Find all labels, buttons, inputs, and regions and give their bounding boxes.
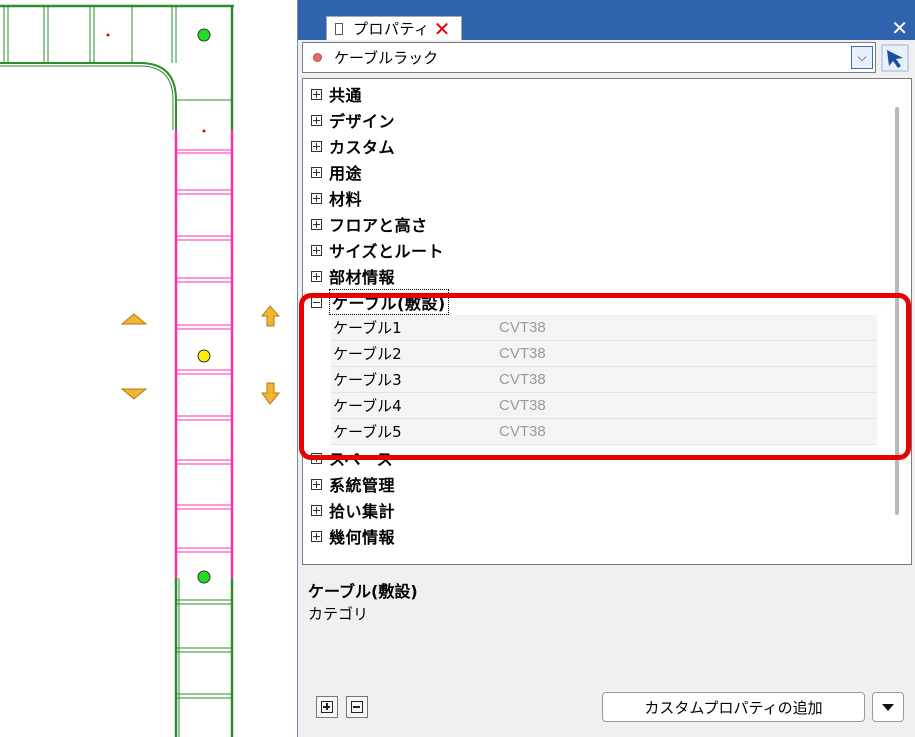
category-label: カスタム (329, 138, 396, 157)
expand-toggle-icon[interactable] (311, 452, 322, 464)
category-row[interactable]: 幾何情報 (303, 523, 881, 549)
arrow-up-icon (260, 305, 281, 327)
category-label: 拾い集計 (329, 502, 396, 521)
expand-toggle-icon[interactable] (311, 166, 322, 178)
panel-icon (335, 22, 343, 35)
property-row[interactable]: ケーブル4 CVT38 (331, 393, 877, 419)
category-row[interactable]: フロアと高さ (303, 211, 881, 237)
cad-canvas[interactable] (0, 0, 300, 737)
collapse-toggle-icon[interactable] (311, 296, 322, 308)
cable-rack-drawing (0, 4, 281, 737)
category-label: 材料 (329, 190, 363, 209)
cursor-pick-icon (881, 44, 909, 72)
element-dot-icon (313, 53, 322, 62)
property-value[interactable]: CVT38 (499, 319, 546, 336)
expand-toggle-icon[interactable] (311, 478, 322, 490)
arrow-down-icon (261, 382, 281, 405)
property-tree: 共通 デザイン カスタム 用途 材料 フロアと高さ サイズとルート 部材情報 ケーブル(敷設) ケ… (302, 78, 912, 565)
property-value[interactable]: CVT38 (499, 371, 546, 388)
element-type-selector[interactable]: ケーブルラック ⌵ (302, 42, 876, 73)
expand-toggle-icon[interactable] (311, 270, 322, 282)
property-name: ケーブル3 (333, 371, 402, 389)
category-label: 部材情報 (329, 268, 396, 287)
expand-toggle-icon[interactable] (311, 244, 322, 256)
panel-titlebar: プロパティ ✕ ✕ (298, 0, 915, 40)
property-row[interactable]: ケーブル3 CVT38 (331, 367, 877, 393)
category-row[interactable]: 系統管理 (303, 471, 881, 497)
category-label: フロアと高さ (329, 216, 428, 235)
property-name: ケーブル1 (333, 319, 402, 337)
pick-element-button[interactable] (880, 43, 910, 73)
category-label: ケーブル(敷設) (329, 289, 449, 315)
window-close-icon[interactable]: ✕ (891, 16, 908, 40)
category-row[interactable]: 材料 (303, 185, 881, 211)
property-name: ケーブル4 (333, 397, 402, 415)
add-custom-property-button[interactable]: カスタムプロパティの追加 (602, 692, 865, 722)
category-row-cable-laying[interactable]: ケーブル(敷設) (303, 289, 881, 315)
property-name: ケーブル5 (333, 423, 402, 441)
category-label: 用途 (329, 164, 363, 183)
properties-panel: プロパティ ✕ ✕ ケーブルラック ⌵ 共通デザインカスタム用途材料フロアと高さ… (297, 0, 915, 737)
category-row[interactable]: デザイン (303, 107, 881, 133)
property-row[interactable]: ケーブル1 CVT38 (331, 315, 877, 341)
category-row[interactable]: 用途 (303, 159, 881, 185)
grip-up-icon (120, 313, 148, 325)
expand-toggle-icon[interactable] (311, 504, 322, 516)
add-custom-property-menu-button[interactable] (872, 692, 904, 722)
property-row[interactable]: ケーブル5 CVT38 (331, 419, 877, 445)
category-label: スペース (329, 450, 394, 469)
caret-down-icon (882, 703, 894, 711)
tab-label: プロパティ (353, 20, 430, 38)
collapse-all-button[interactable] (346, 696, 368, 718)
category-label: 系統管理 (329, 476, 396, 495)
expand-toggle-icon[interactable] (311, 88, 322, 100)
category-row[interactable]: サイズとルート (303, 237, 881, 263)
expand-toggle-icon[interactable] (311, 192, 322, 204)
expand-toggle-icon[interactable] (311, 530, 322, 542)
expand-toggle-icon[interactable] (311, 140, 322, 152)
expand-all-button[interactable] (316, 696, 338, 718)
description-title: ケーブル(敷設) (308, 582, 418, 601)
expand-toggle-icon[interactable] (311, 218, 322, 230)
category-label: サイズとルート (329, 242, 445, 261)
category-label: 共通 (329, 86, 363, 105)
category-row[interactable]: 拾い集計 (303, 497, 881, 523)
expand-toggle-icon[interactable] (311, 114, 322, 126)
category-row[interactable]: カスタム (303, 133, 881, 159)
category-row[interactable]: 部材情報 (303, 263, 881, 289)
category-label: デザイン (329, 112, 396, 131)
description-text: カテゴリ (308, 605, 369, 623)
tab-properties[interactable]: プロパティ ✕ (326, 16, 462, 40)
category-label: 幾何情報 (329, 528, 396, 547)
tree-scrollbar[interactable] (895, 107, 899, 515)
category-row[interactable]: スペース (303, 445, 881, 471)
grip-down-icon (120, 388, 148, 400)
property-name: ケーブル2 (333, 345, 402, 363)
plus-box-icon (321, 701, 333, 713)
property-row[interactable]: ケーブル2 CVT38 (331, 341, 877, 367)
property-value[interactable]: CVT38 (499, 397, 546, 414)
property-value[interactable]: CVT38 (499, 423, 546, 440)
chevron-down-icon[interactable]: ⌵ (851, 46, 873, 69)
selector-value: ケーブルラック (334, 49, 439, 67)
category-row[interactable]: 共通 (303, 81, 881, 107)
minus-box-icon (351, 701, 363, 713)
tab-close-icon[interactable]: ✕ (434, 19, 451, 39)
property-value[interactable]: CVT38 (499, 345, 546, 362)
